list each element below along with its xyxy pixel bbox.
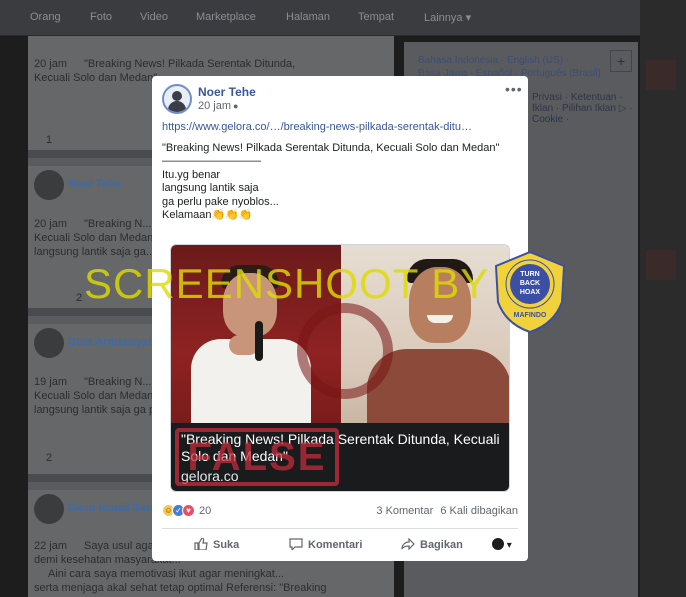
badge-center: TURN BACK HOAX [510, 264, 550, 304]
bg-post-text: Kecuali Solo dan Medan" [34, 232, 158, 244]
badge-text: TURN [520, 271, 540, 278]
nav-pages[interactable]: Halaman [286, 11, 330, 23]
chevron-down-icon: ▾ [506, 540, 512, 551]
post-card: Noer Tehe 20 jam ● ••• https://www.gelor… [152, 76, 528, 561]
nav-photos[interactable]: Foto [90, 11, 112, 23]
avatar [34, 170, 64, 200]
post-timestamp[interactable]: 20 jam [198, 100, 231, 112]
reaction-count[interactable]: 20 [199, 505, 211, 517]
nav-marketplace[interactable]: Marketplace [196, 11, 256, 23]
false-stamp: FALSE [175, 428, 339, 486]
avatar-head-icon [172, 91, 182, 101]
bg-post-time: 19 jam [34, 376, 68, 388]
post-line: Kelamaan👏👏👏 [162, 209, 253, 221]
more-options-icon[interactable]: ••• [505, 81, 523, 97]
post-line: Itu.yg benar [162, 168, 221, 181]
comment-button[interactable]: Komentari [289, 538, 362, 551]
bg-post-text: serta menjaga akal sehat tetap optimal R… [34, 582, 327, 594]
author-avatar[interactable] [162, 84, 192, 114]
footer-links[interactable]: Privasi · Ketentuan · Iklan · Pilihan Ik… [532, 92, 638, 125]
nav-people[interactable]: Orang [30, 11, 61, 23]
reaction-selector[interactable]: ▾ [492, 538, 512, 551]
bg-post-reactions: 2 [76, 292, 83, 304]
share-button[interactable]: Bagikan [401, 538, 463, 551]
post-link[interactable]: https://www.gelora.co/…/breaking-news-pi… [162, 121, 518, 135]
post-author[interactable]: Noer Tehe [198, 85, 256, 99]
post-line: langsung lantik saja [162, 182, 259, 194]
share-arrow-icon [401, 538, 415, 550]
turnbackhoax-badge: TURN BACK HOAX MAFINDO [494, 250, 566, 334]
bg-post-time: 20 jam [34, 58, 68, 70]
top-nav: Orang Foto Video Marketplace Halaman Tem… [0, 0, 640, 36]
chat-strip [640, 0, 686, 597]
share-count[interactable]: 6 Kali dibagikan [440, 505, 518, 517]
bg-post-time: 22 jam [34, 540, 68, 552]
thumbnail [646, 250, 676, 280]
bg-post-author[interactable]: Noer Tehe [68, 178, 121, 190]
bg-post-reactions: 2 [46, 452, 53, 464]
bg-post-author[interactable]: Duta Ardiansyah [68, 336, 155, 348]
bg-post-text: langsung lantik saja ga p... [34, 404, 165, 416]
page-avatar-icon [492, 538, 504, 550]
like-button[interactable]: Suka [194, 538, 239, 551]
love-icon[interactable]: ♥ [182, 504, 195, 517]
bg-post-text: "Breaking N... [84, 376, 152, 388]
bg-post-text: Kecuali Solo dan Medan" [34, 390, 158, 402]
person-right-smile [427, 315, 453, 323]
bg-post-text: Aini cara saya memotivasi ikut agar meni… [48, 568, 284, 580]
badge-text: HOAX [519, 289, 541, 296]
share-label: Bagikan [420, 539, 463, 551]
thumbnail [646, 60, 676, 90]
badge-org: MAFINDO [513, 312, 547, 319]
post-quote: "Breaking News! Pilkada Serentak Ditunda… [162, 141, 500, 154]
nav-videos[interactable]: Video [140, 11, 168, 23]
divider [162, 528, 518, 529]
nav-places[interactable]: Tempat [358, 11, 394, 23]
microphone [255, 321, 263, 361]
bg-post-reactions: 1 [46, 134, 53, 146]
comment-icon [289, 538, 303, 550]
bg-post-author[interactable]: Dano Ismail Sah [68, 502, 153, 514]
bg-post-text: "Breaking N... [84, 218, 152, 230]
language-line[interactable]: Bahasa Indonesia · English (US) · [418, 54, 601, 67]
bg-post-text: Kecuali Solo dan Medan" [34, 72, 158, 84]
post-actions: Suka Komentari Bagikan ▾ [162, 536, 518, 556]
avatar [34, 494, 64, 524]
reaction-stats: ☺ ✓ ♥ 20 3 Komentar 6 Kali dibagikan [162, 504, 518, 520]
thumbs-up-icon [194, 538, 208, 550]
add-language-button[interactable]: + [610, 50, 632, 72]
screenshot-watermark: SCREENSHOOT BY [84, 260, 490, 307]
bg-post-text: "Breaking News! Pilkada Serentak Ditunda… [84, 58, 296, 70]
avatar-body-icon [168, 101, 186, 112]
globe-icon: ● [233, 101, 239, 111]
like-label: Suka [213, 539, 240, 551]
badge-text: BACK [519, 280, 541, 287]
party-logo-watermark [297, 303, 393, 399]
post-rule: ————————— [162, 155, 261, 167]
comment-label: Komentari [308, 539, 363, 551]
bg-post-time: 20 jam [34, 218, 68, 230]
avatar [34, 328, 64, 358]
bg-post-text: langsung lantik saja ga... [34, 246, 156, 258]
post-line: ga perlu pake nyoblos... [162, 195, 279, 208]
comment-count[interactable]: 3 Komentar [376, 505, 433, 517]
post-text: https://www.gelora.co/…/breaking-news-pi… [162, 121, 518, 223]
comment-share-stats: 3 Komentar 6 Kali dibagikan [372, 505, 518, 517]
nav-more[interactable]: Lainnya ▾ [424, 11, 471, 24]
